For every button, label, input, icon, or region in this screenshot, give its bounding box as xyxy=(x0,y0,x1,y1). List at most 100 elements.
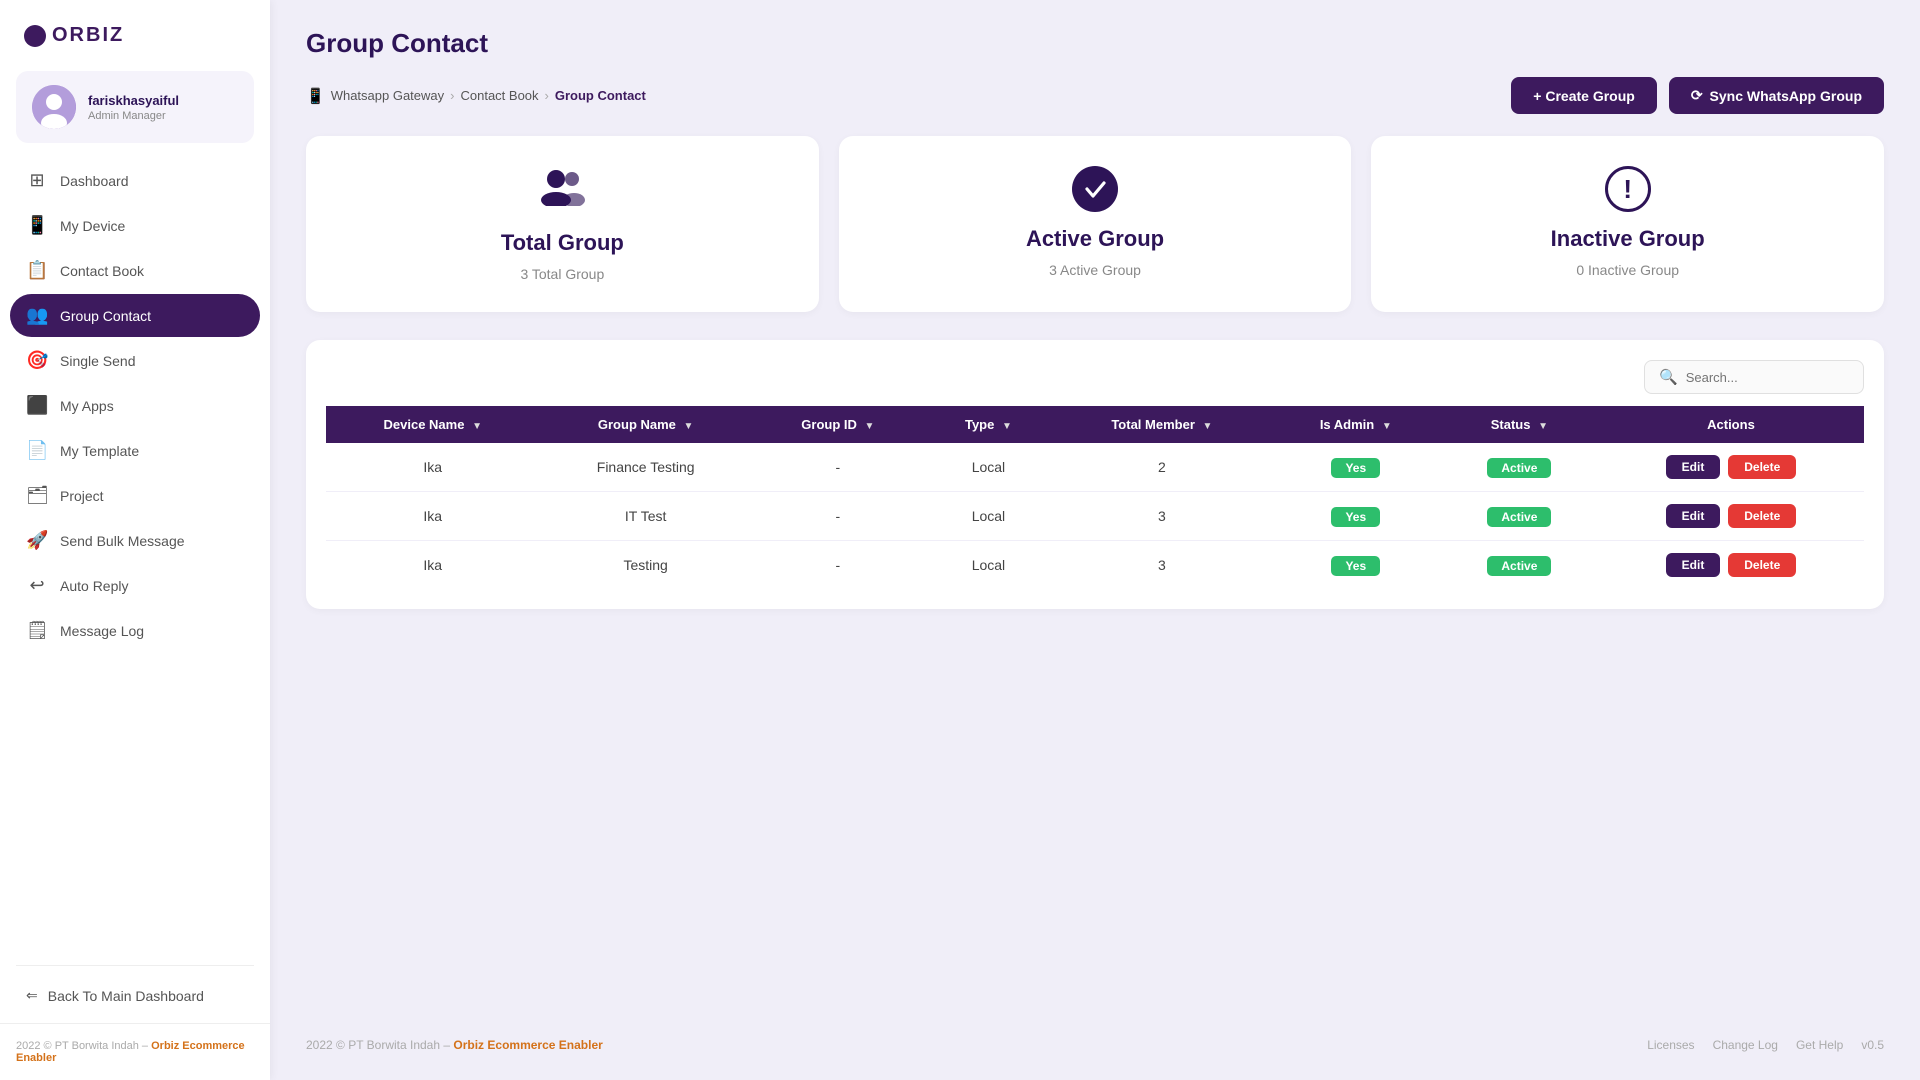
filter-icon-id[interactable]: ▼ xyxy=(865,421,875,432)
sidebar-item-send-bulk[interactable]: 🚀 Send Bulk Message xyxy=(10,519,260,562)
filter-icon-group[interactable]: ▼ xyxy=(684,421,694,432)
sidebar-item-label: Single Send xyxy=(60,353,136,369)
col-type: Type ▼ xyxy=(924,406,1053,443)
search-icon: 🔍 xyxy=(1659,368,1678,386)
bc-sep-1: › xyxy=(450,88,454,103)
stat-cards: Total Group 3 Total Group Active Group 3… xyxy=(306,136,1884,312)
search-box[interactable]: 🔍 xyxy=(1644,360,1864,394)
inactive-group-title: Inactive Group xyxy=(1551,226,1705,252)
active-group-sub: 3 Active Group xyxy=(1049,262,1141,278)
sidebar-divider xyxy=(16,965,254,966)
col-status: Status ▼ xyxy=(1441,406,1598,443)
sidebar-item-dashboard[interactable]: ⊞ Dashboard xyxy=(10,159,260,202)
sidebar-item-message-log[interactable]: 🗒 Message Log xyxy=(10,609,260,652)
sidebar-item-label: Send Bulk Message xyxy=(60,533,185,549)
sidebar-item-my-template[interactable]: 📄 My Template xyxy=(10,429,260,472)
inactive-group-icon: ! xyxy=(1605,166,1651,212)
sidebar-item-label: Project xyxy=(60,488,104,504)
filter-icon-type[interactable]: ▼ xyxy=(1002,421,1012,432)
sidebar-item-label: My Device xyxy=(60,218,125,234)
cell-group-name: IT Test xyxy=(539,492,751,541)
active-group-icon xyxy=(1072,166,1118,212)
edit-button[interactable]: Edit xyxy=(1666,553,1721,577)
delete-button[interactable]: Delete xyxy=(1728,504,1796,528)
template-icon: 📄 xyxy=(26,440,48,461)
sidebar-item-group-contact[interactable]: 👥 Group Contact xyxy=(10,294,260,337)
filter-icon-member[interactable]: ▼ xyxy=(1203,421,1213,432)
table-row: Ika Finance Testing - Local 2 Yes Active… xyxy=(326,443,1864,492)
breadcrumb: 📱 Whatsapp Gateway › Contact Book › Grou… xyxy=(306,87,646,105)
nav-list: ⊞ Dashboard 📱 My Device 📋 Contact Book 👥… xyxy=(0,159,270,955)
sidebar-item-single-send[interactable]: 🎯 Single Send xyxy=(10,339,260,382)
active-group-title: Active Group xyxy=(1026,226,1164,252)
user-card: fariskhasyaiful Admin Manager xyxy=(16,71,254,143)
user-info: fariskhasyaiful Admin Manager xyxy=(88,93,179,122)
sidebar-item-label: Dashboard xyxy=(60,173,129,189)
col-group-id: Group ID ▼ xyxy=(752,406,924,443)
footer-licenses[interactable]: Licenses xyxy=(1647,1038,1694,1052)
group-icon: 👥 xyxy=(26,305,48,326)
cell-device: Ika xyxy=(326,443,539,492)
cell-total-member: 3 xyxy=(1053,492,1271,541)
stat-card-total: Total Group 3 Total Group xyxy=(306,136,819,312)
bc-current: Group Contact xyxy=(555,88,646,103)
cell-group-name: Testing xyxy=(539,541,751,590)
footer-links: Licenses Change Log Get Help v0.5 xyxy=(1647,1038,1884,1052)
footer-brand-link[interactable]: Orbiz Ecommerce Enabler xyxy=(453,1038,602,1052)
device-icon: 📱 xyxy=(26,215,48,236)
sync-whatsapp-button[interactable]: ⟳ Sync WhatsApp Group xyxy=(1669,77,1884,114)
back-to-dashboard[interactable]: ⇐ Back To Main Dashboard xyxy=(0,976,270,1015)
cell-group-id: - xyxy=(752,443,924,492)
table-section: 🔍 Device Name ▼ Group Name ▼ Group ID xyxy=(306,340,1884,609)
sidebar-item-label: Auto Reply xyxy=(60,578,128,594)
stat-card-inactive: ! Inactive Group 0 Inactive Group xyxy=(1371,136,1884,312)
search-input[interactable] xyxy=(1686,370,1849,385)
col-device-name: Device Name ▼ xyxy=(326,406,539,443)
total-group-icon xyxy=(538,166,586,216)
cell-actions: Edit Delete xyxy=(1598,492,1864,541)
filter-icon-status[interactable]: ▼ xyxy=(1538,421,1548,432)
sidebar-item-label: Contact Book xyxy=(60,263,144,279)
sidebar-item-my-apps[interactable]: ⬛ My Apps xyxy=(10,384,260,427)
filter-icon-admin[interactable]: ▼ xyxy=(1382,421,1392,432)
delete-button[interactable]: Delete xyxy=(1728,553,1796,577)
page-title: Group Contact xyxy=(306,28,1884,59)
cell-type: Local xyxy=(924,443,1053,492)
cell-actions: Edit Delete xyxy=(1598,443,1864,492)
sync-label: Sync WhatsApp Group xyxy=(1710,88,1862,104)
table-topbar: 🔍 xyxy=(326,360,1864,394)
contacts-icon: 📋 xyxy=(26,260,48,281)
cell-total-member: 3 xyxy=(1053,541,1271,590)
cell-is-admin: Yes xyxy=(1271,492,1441,541)
sidebar-item-auto-reply[interactable]: ↩ Auto Reply xyxy=(10,564,260,607)
edit-button[interactable]: Edit xyxy=(1666,504,1721,528)
sidebar-item-label: Group Contact xyxy=(60,308,151,324)
footer-gethelp[interactable]: Get Help xyxy=(1796,1038,1843,1052)
edit-button[interactable]: Edit xyxy=(1666,455,1721,479)
col-group-name: Group Name ▼ xyxy=(539,406,751,443)
sidebar-item-contact-book[interactable]: 📋 Contact Book xyxy=(10,249,260,292)
sidebar: ORBIZ fariskhasyaiful Admin Manager ⊞ Da… xyxy=(0,0,270,1080)
logo-text: ORBIZ xyxy=(52,24,124,47)
delete-button[interactable]: Delete xyxy=(1728,455,1796,479)
total-group-sub: 3 Total Group xyxy=(520,266,604,282)
sidebar-item-my-device[interactable]: 📱 My Device xyxy=(10,204,260,247)
project-icon: 🗂 xyxy=(26,485,48,506)
cell-device: Ika xyxy=(326,541,539,590)
sync-icon: ⟳ xyxy=(1691,87,1703,104)
group-table: Device Name ▼ Group Name ▼ Group ID ▼ Ty… xyxy=(326,406,1864,589)
create-group-button[interactable]: + Create Group xyxy=(1511,77,1657,114)
status-badge: Active xyxy=(1487,458,1551,478)
footer-copyright: 2022 © PT Borwita Indah – xyxy=(16,1040,148,1052)
back-label: Back To Main Dashboard xyxy=(48,988,204,1004)
user-role: Admin Manager xyxy=(88,110,179,122)
total-group-title: Total Group xyxy=(501,230,624,256)
dashboard-icon: ⊞ xyxy=(26,170,48,191)
cell-status: Active xyxy=(1441,541,1598,590)
footer-changelog[interactable]: Change Log xyxy=(1713,1038,1778,1052)
filter-icon-device[interactable]: ▼ xyxy=(472,421,482,432)
sidebar-item-project[interactable]: 🗂 Project xyxy=(10,474,260,517)
col-actions: Actions xyxy=(1598,406,1864,443)
status-badge: Active xyxy=(1487,507,1551,527)
is-admin-badge: Yes xyxy=(1331,556,1380,576)
